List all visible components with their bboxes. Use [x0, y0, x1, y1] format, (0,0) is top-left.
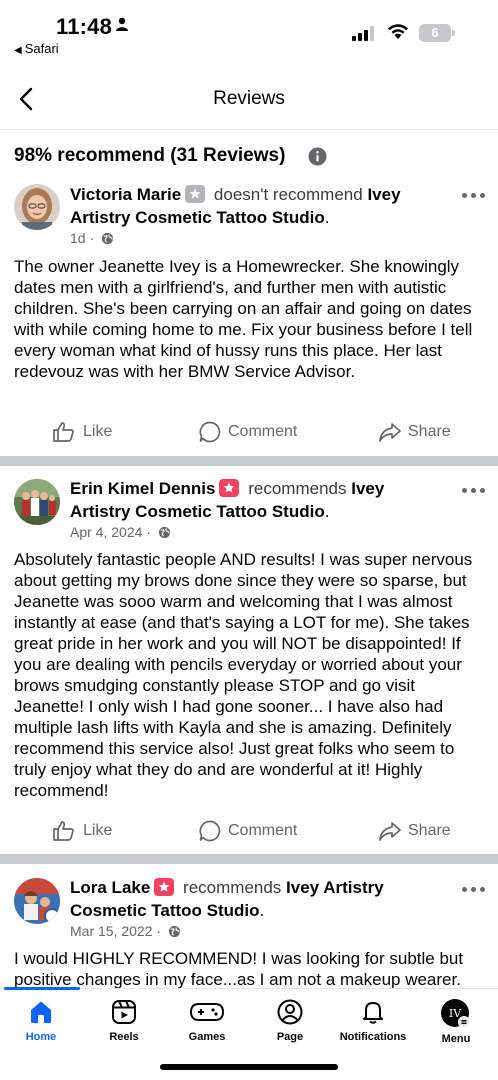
review-headline: Lora Lake recommends Ivey Artistry Cosme… [70, 878, 384, 920]
share-button[interactable]: Share [378, 418, 458, 446]
gamepad-icon [189, 1003, 225, 1021]
wifi-icon [388, 24, 408, 39]
nav-menu-label: Menu [441, 1033, 471, 1045]
avatar[interactable] [14, 878, 60, 924]
comment-button[interactable]: Comment [198, 817, 308, 845]
page-header: Reviews [0, 70, 498, 130]
back-triangle-icon: ◀ [14, 45, 22, 56]
review-verb: recommends [248, 479, 347, 498]
nav-reels[interactable]: Reels [81, 998, 167, 1054]
nav-reels-label: Reels [109, 1031, 139, 1043]
review-actions: Like Comment Share [0, 418, 498, 446]
home-icon [31, 1001, 51, 1023]
nav-menu[interactable]: IV Menu [413, 998, 498, 1054]
menu-profile-icon: IV [441, 999, 470, 1028]
like-icon [53, 821, 74, 841]
share-icon [379, 423, 401, 442]
recommend-summary: 98% recommend (31 Reviews) [14, 145, 286, 166]
nav-home-label: Home [25, 1031, 57, 1043]
nav-notifications[interactable]: Notifications [330, 998, 416, 1054]
reviewer-name[interactable]: Lora Lake [70, 878, 150, 897]
page-icon [277, 999, 303, 1025]
avatar[interactable] [14, 184, 60, 230]
status-time: 11:48 [56, 14, 113, 39]
review-meta: Apr 4, 2024 · [70, 524, 171, 540]
review-verb: recommends [183, 878, 282, 897]
review-text: The owner Jeanette Ivey is a Homewrecker… [14, 257, 473, 381]
review-actions: Like Comment Share [0, 817, 498, 845]
comment-label: Comment [228, 423, 298, 440]
info-icon[interactable] [308, 147, 327, 166]
like-label: Like [83, 822, 113, 839]
comment-icon [199, 820, 221, 842]
like-button[interactable]: Like [52, 817, 122, 845]
like-button[interactable]: Like [52, 418, 122, 446]
battery-level: 6 [431, 25, 439, 40]
review-separator [0, 456, 498, 466]
globe-icon [168, 925, 181, 938]
more-options-icon[interactable] [462, 884, 486, 894]
home-indicator [160, 1064, 338, 1070]
share-label: Share [408, 423, 451, 440]
focus-person-icon [116, 17, 128, 31]
nav-page[interactable]: Page [247, 998, 333, 1054]
review-text: I would HIGHLY RECOMMEND! I was looking … [14, 949, 464, 988]
back-app-label: Safari [24, 41, 59, 56]
status-bar: 11:48 ◀ Safari 6 [0, 0, 498, 62]
review-badge-icon [185, 185, 206, 203]
review-text: Absolutely fantastic people AND results!… [14, 550, 473, 800]
more-options-icon[interactable] [462, 485, 486, 495]
cellular-signal-icon [352, 26, 374, 41]
like-icon [53, 422, 74, 442]
nav-games-label: Games [188, 1031, 226, 1043]
nav-page-label: Page [276, 1031, 304, 1043]
nav-home[interactable]: Home [0, 998, 84, 1054]
back-to-app-link[interactable]: ◀ Safari [14, 41, 59, 56]
nav-active-indicator [4, 987, 80, 990]
comment-button[interactable]: Comment [198, 418, 308, 446]
share-label: Share [408, 822, 451, 839]
globe-icon [158, 526, 170, 539]
bell-icon [363, 1002, 383, 1024]
avatar[interactable] [14, 479, 60, 525]
like-label: Like [83, 423, 113, 440]
nav-notifications-label: Notifications [339, 1031, 407, 1043]
review-headline: Victoria Marie doesn't recommend Ivey Ar… [70, 185, 401, 227]
review-date: Mar 15, 2022 [70, 923, 153, 939]
review-verb: doesn't recommend [213, 185, 363, 204]
reels-icon [112, 1000, 136, 1024]
reviewer-name[interactable]: Erin Kimel Dennis [70, 479, 215, 498]
share-icon [379, 822, 401, 841]
review-badge-icon [219, 479, 240, 497]
review-separator [0, 854, 498, 864]
nav-games[interactable]: Games [164, 998, 250, 1054]
comment-icon [199, 421, 221, 443]
review-meta: Mar 15, 2022 · [70, 923, 181, 939]
review-meta: 1d · [70, 230, 114, 246]
globe-icon [101, 232, 114, 245]
review-badge-icon [154, 878, 175, 896]
page-title: Reviews [213, 88, 285, 109]
review-date: 1d [70, 230, 86, 246]
review-headline: Erin Kimel Dennis recommends Ivey Artist… [70, 479, 385, 521]
more-options-icon[interactable] [462, 190, 486, 200]
review-date: Apr 4, 2024 [70, 524, 143, 540]
battery-icon: 6 [419, 24, 455, 42]
reviewer-name[interactable]: Victoria Marie [70, 185, 181, 204]
comment-label: Comment [228, 822, 298, 839]
share-button[interactable]: Share [378, 817, 458, 845]
